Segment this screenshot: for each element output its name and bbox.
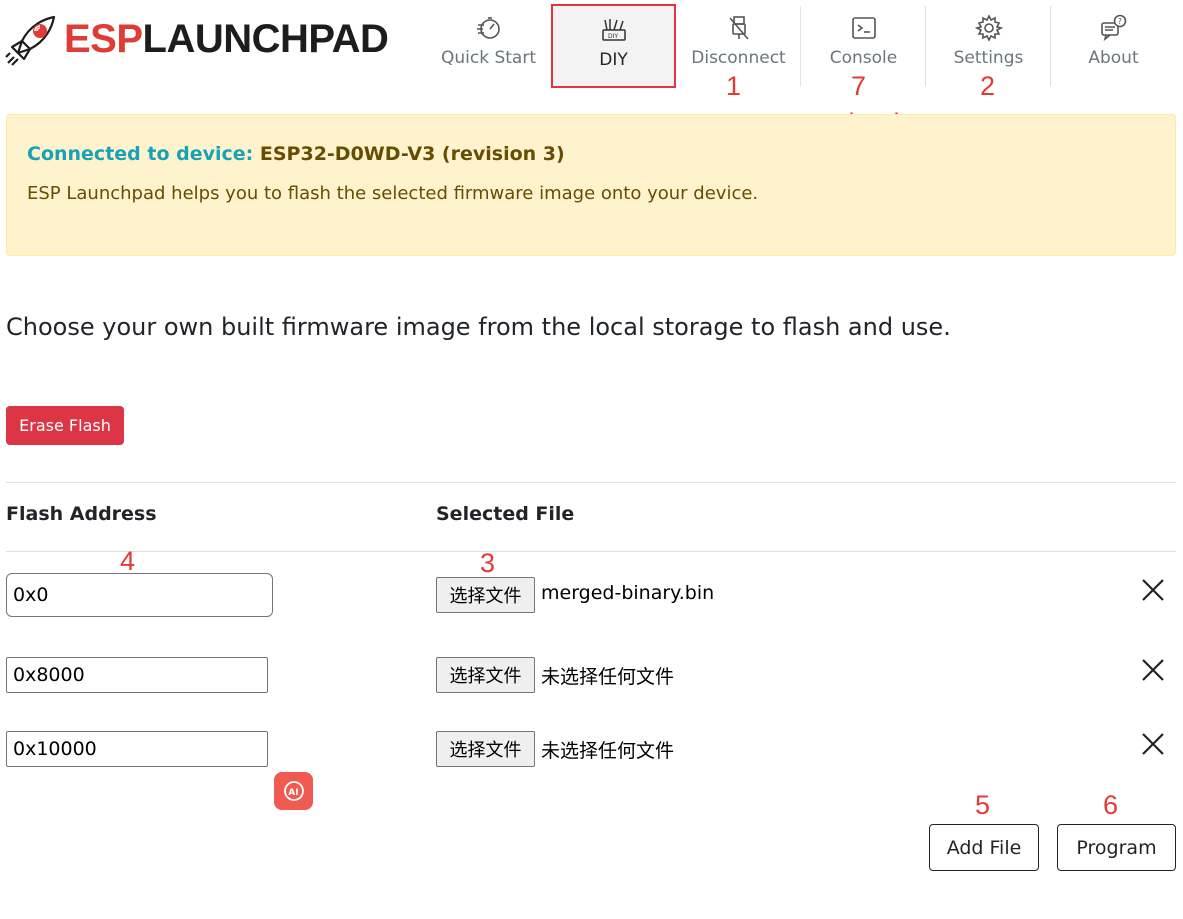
ai-badge-text: AI <box>288 788 298 798</box>
ai-assistant-badge[interactable]: AI <box>274 772 313 810</box>
header: ESPLAUNCHPAD Quick Start DIY DIY Disconn… <box>0 0 1183 95</box>
remove-row-icon[interactable] <box>1138 575 1168 605</box>
flash-address-input[interactable] <box>6 573 273 617</box>
nav-label: Quick Start <box>440 48 536 68</box>
logo-esp: ESP <box>64 16 143 61</box>
annotation-6: 6 <box>1103 790 1119 820</box>
flash-address-input[interactable] <box>6 731 268 767</box>
gear-icon <box>974 14 1003 42</box>
terminal-icon <box>851 17 876 39</box>
choose-file-button[interactable]: 选择文件 <box>436 731 535 767</box>
rocket-icon <box>5 15 56 66</box>
device-name: ESP32-D0WD-V3 (revision 3) <box>259 143 565 165</box>
nav-label: Disconnect <box>691 48 786 68</box>
speedometer-icon <box>476 17 500 39</box>
annotation-7: 7 <box>851 71 867 101</box>
svg-text:DIY: DIY <box>608 33 618 40</box>
annotation-1: 1 <box>726 71 742 101</box>
ai-icon: AI <box>283 781 304 801</box>
table-header-rule <box>6 551 1176 552</box>
column-header-address: Flash Address <box>6 503 157 525</box>
chat-question-icon: ? <box>1100 14 1126 42</box>
nav-about[interactable]: ? About <box>1051 4 1176 88</box>
nav-quick-start[interactable]: Quick Start <box>426 4 551 88</box>
svg-text:?: ? <box>1117 17 1121 26</box>
choose-file-button[interactable]: 选择文件 <box>436 657 535 693</box>
nav-bar: Quick Start DIY DIY Disconnect Console S… <box>426 4 1176 88</box>
nav-label: Console <box>829 48 898 68</box>
program-button[interactable]: Program <box>1057 824 1176 871</box>
remove-row-icon[interactable] <box>1138 655 1168 685</box>
add-file-button[interactable]: Add File <box>929 824 1039 871</box>
usb-disconnect-icon <box>728 16 749 40</box>
selected-file-name: merged-binary.bin <box>541 582 715 604</box>
connection-status: Connected to device: ESP32-D0WD-V3 (revi… <box>27 143 565 165</box>
nav-label: About <box>1088 48 1139 68</box>
column-header-file: Selected File <box>436 503 575 525</box>
selected-file-name: 未选择任何文件 <box>541 740 675 762</box>
connection-alert: Connected to device: ESP32-D0WD-V3 (revi… <box>6 114 1176 256</box>
nav-label: Settings <box>953 48 1024 68</box>
table-top-rule <box>6 482 1176 483</box>
alert-message: ESP Launchpad helps you to flash the sel… <box>27 183 759 204</box>
selected-file-name: 未选择任何文件 <box>541 666 675 688</box>
logo-launchpad: LAUNCHPAD <box>142 16 389 61</box>
nav-label: DIY <box>599 50 628 70</box>
lead-text: Choose your own built firmware image fro… <box>6 313 951 341</box>
erase-flash-button[interactable]: Erase Flash <box>6 406 124 445</box>
annotation-2: 2 <box>980 71 996 101</box>
logo[interactable]: ESPLAUNCHPAD <box>4 8 424 70</box>
logo-text: ESPLAUNCHPAD <box>64 16 389 62</box>
remove-row-icon[interactable] <box>1138 729 1168 759</box>
nav-diy[interactable]: DIY DIY <box>551 4 676 88</box>
annotation-5: 5 <box>975 790 991 820</box>
choose-file-button[interactable]: 选择文件 <box>436 577 535 613</box>
flash-address-input[interactable] <box>6 657 268 693</box>
diy-tools-icon: DIY <box>601 19 626 41</box>
annotation-3: 3 <box>480 548 496 578</box>
connected-label: Connected to device: <box>27 143 254 165</box>
